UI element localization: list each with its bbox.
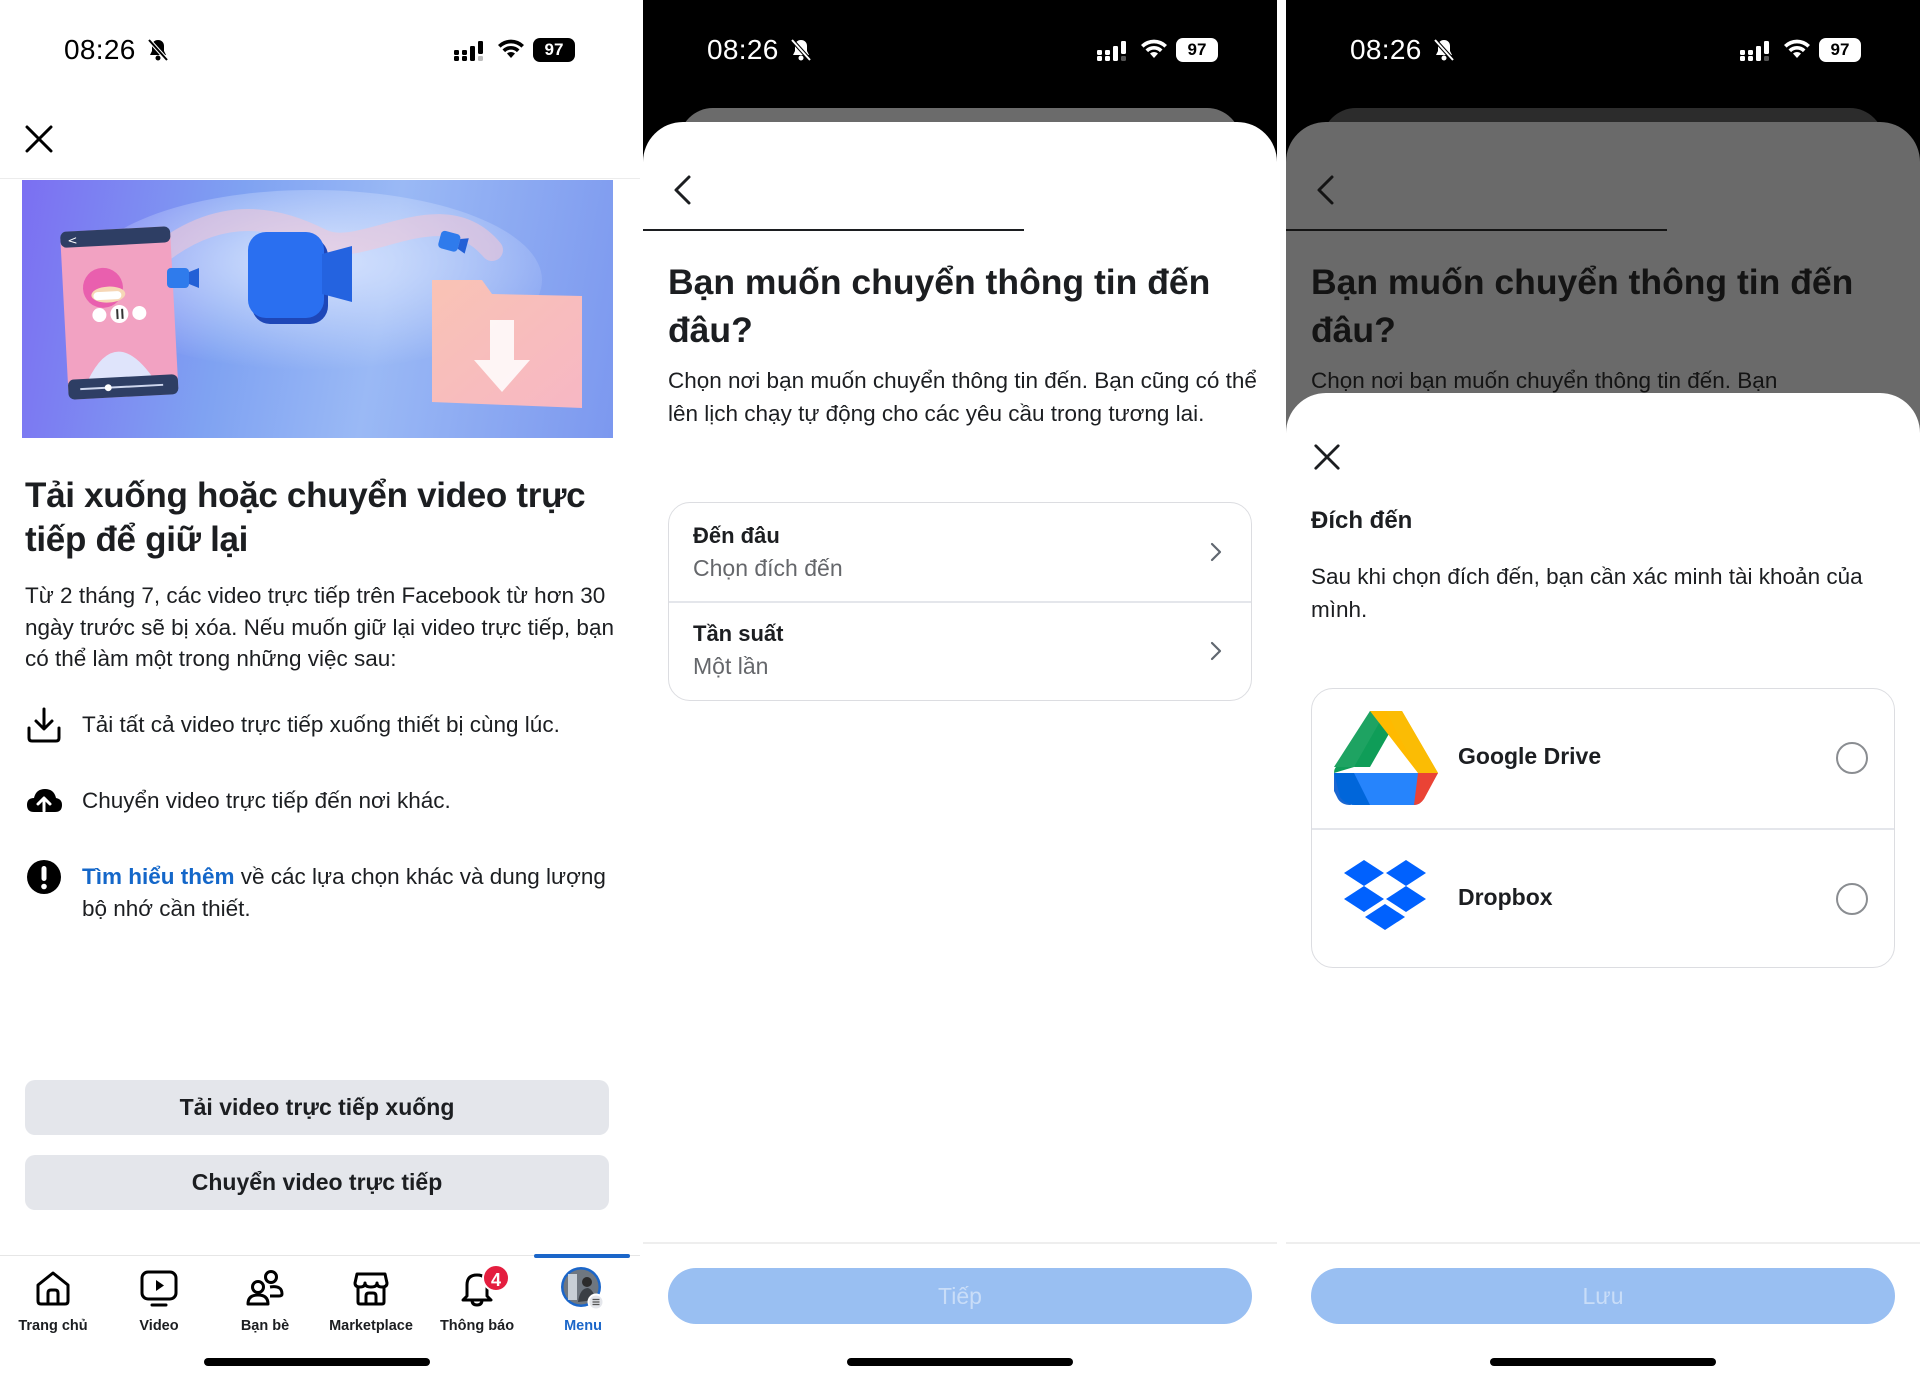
cloud-upload-icon: [27, 789, 62, 813]
step-progress-bar: [1286, 229, 1667, 231]
footer-divider: [1286, 1242, 1920, 1244]
bell-slash-icon: [790, 38, 812, 62]
tab-label: Thông báo: [439, 1318, 515, 1334]
transfer-sheet: Bạn muốn chuyển thông tin đến đâu? Chọn …: [643, 122, 1277, 1379]
svg-text:<: <: [67, 233, 78, 248]
chevron-right-icon: [1210, 542, 1222, 562]
tab-marketplace[interactable]: Marketplace: [318, 1256, 424, 1346]
signal-icon: [454, 41, 483, 61]
row-label: Tần suất: [693, 621, 784, 646]
tab-label: Marketplace: [329, 1318, 413, 1334]
background-title: Bạn muốn chuyển thông tin đến đâu?: [1311, 262, 1854, 350]
radio-google-drive[interactable]: [1836, 742, 1868, 774]
alert-icon: [27, 860, 61, 894]
destination-name: Dropbox: [1458, 884, 1553, 910]
wifi-icon: [498, 39, 524, 58]
tab-label: Menu: [564, 1318, 602, 1334]
page-title: Tải xuống hoặc chuyển video trực tiếp để…: [25, 476, 586, 559]
wifi-icon: [1784, 39, 1810, 58]
chevron-right-icon: [1210, 641, 1222, 661]
page-title: Bạn muốn chuyển thông tin đến đâu?: [668, 262, 1211, 350]
destination-bottom-sheet: Đích đến Sau khi chọn đích đến, bạn cần …: [1286, 393, 1920, 1379]
marketplace-icon: [353, 1272, 389, 1306]
tab-friends[interactable]: Bạn bè: [212, 1256, 318, 1346]
home-indicator: [1490, 1358, 1716, 1366]
friends-icon: [246, 1270, 284, 1306]
destination-option-google-drive[interactable]: Google Drive: [1312, 689, 1894, 828]
download-live-videos-button[interactable]: Tải video trực tiếp xuống: [25, 1080, 609, 1135]
sheet-title: Đích đến: [1311, 507, 1413, 534]
option-text: Chuyển video trực tiếp đến nơi khác.: [82, 788, 451, 813]
screen-destination-picker: 08:26 97 Bạn muốn chuyển thông tin đến đ…: [1286, 0, 1920, 1379]
destination-name: Google Drive: [1458, 743, 1602, 769]
frequency-row[interactable]: Tần suất Một lần: [669, 603, 1251, 700]
wifi-icon: [1141, 39, 1167, 58]
destination-list: Google Drive Dropbox: [1311, 688, 1895, 968]
signal-icon: [1740, 41, 1769, 61]
battery-indicator: 97: [1176, 38, 1218, 62]
video-icon: [140, 1270, 178, 1307]
signal-icon: [1097, 41, 1126, 61]
transfer-live-videos-button[interactable]: Chuyển video trực tiếp: [25, 1155, 609, 1210]
notification-badge: 4: [482, 1264, 510, 1292]
header-divider: [0, 178, 640, 179]
battery-indicator: 97: [533, 38, 575, 62]
close-icon[interactable]: [24, 124, 54, 154]
home-indicator: [204, 1358, 430, 1366]
intro-text: Từ 2 tháng 7, các video trực tiếp trên F…: [25, 583, 614, 671]
sheet-description: Sau khi chọn đích đến, bạn cần xác minh …: [1311, 564, 1863, 622]
close-icon[interactable]: [1313, 443, 1341, 471]
step-progress-bar: [643, 229, 1024, 231]
tab-menu[interactable]: Menu: [530, 1256, 636, 1346]
screen-live-video-intro: 08:26 97 < Tải xuống hoặc chuyển video t…: [0, 0, 640, 1379]
destination-option-dropbox[interactable]: Dropbox: [1312, 830, 1894, 967]
bell-slash-icon: [1433, 38, 1455, 62]
row-label: Đến đâu: [693, 523, 780, 548]
home-icon: [36, 1271, 70, 1306]
next-button[interactable]: Tiếp: [668, 1268, 1252, 1324]
status-time: 08:26: [707, 34, 779, 65]
option-text: Tải tất cả video trực tiếp xuống thiết b…: [82, 712, 560, 737]
avatar: [561, 1267, 605, 1311]
tab-notifications[interactable]: 4 Thông báo: [424, 1256, 530, 1346]
status-bar: 08:26 97: [0, 28, 640, 72]
row-value: Chọn đích đến: [693, 555, 843, 581]
bell-slash-icon: [147, 38, 169, 62]
row-value: Một lần: [693, 653, 769, 679]
status-bar: 08:26 97: [1286, 28, 1920, 72]
status-bar: 08:26 97: [643, 28, 1277, 72]
tab-video[interactable]: Video: [106, 1256, 212, 1346]
transfer-settings-card: Đến đâu Chọn đích đến Tần suất Một lần: [668, 502, 1252, 701]
download-icon: [27, 707, 61, 743]
screen-choose-destination: 08:26 97 Bạn muốn chuyển thông tin đến đ…: [643, 0, 1277, 1379]
bottom-tab-bar: Trang chủ Video Bạn bè Marketplace 4 Thô…: [0, 1254, 640, 1346]
tab-label: Video: [139, 1318, 179, 1334]
destination-row[interactable]: Đến đâu Chọn đích đến: [669, 503, 1251, 601]
home-indicator: [847, 1358, 1073, 1366]
google-drive-icon: [1334, 711, 1438, 805]
status-time: 08:26: [1350, 34, 1422, 65]
tab-label: Bạn bè: [240, 1318, 290, 1334]
tab-label: Trang chủ: [18, 1318, 88, 1334]
tab-home[interactable]: Trang chủ: [0, 1256, 106, 1346]
footer-divider: [643, 1242, 1277, 1244]
dropbox-icon: [1344, 860, 1426, 930]
save-button[interactable]: Lưu: [1311, 1268, 1895, 1324]
status-time: 08:26: [64, 34, 136, 65]
chevron-left-icon[interactable]: [671, 174, 695, 206]
battery-indicator: 97: [1819, 38, 1861, 62]
live-video-download-illustration: <: [22, 180, 613, 438]
radio-dropbox[interactable]: [1836, 883, 1868, 915]
learn-more-link[interactable]: Tìm hiểu thêm: [82, 864, 235, 889]
chevron-left-icon: [1317, 175, 1334, 205]
page-description: Chọn nơi bạn muốn chuyển thông tin đến. …: [668, 368, 1257, 426]
